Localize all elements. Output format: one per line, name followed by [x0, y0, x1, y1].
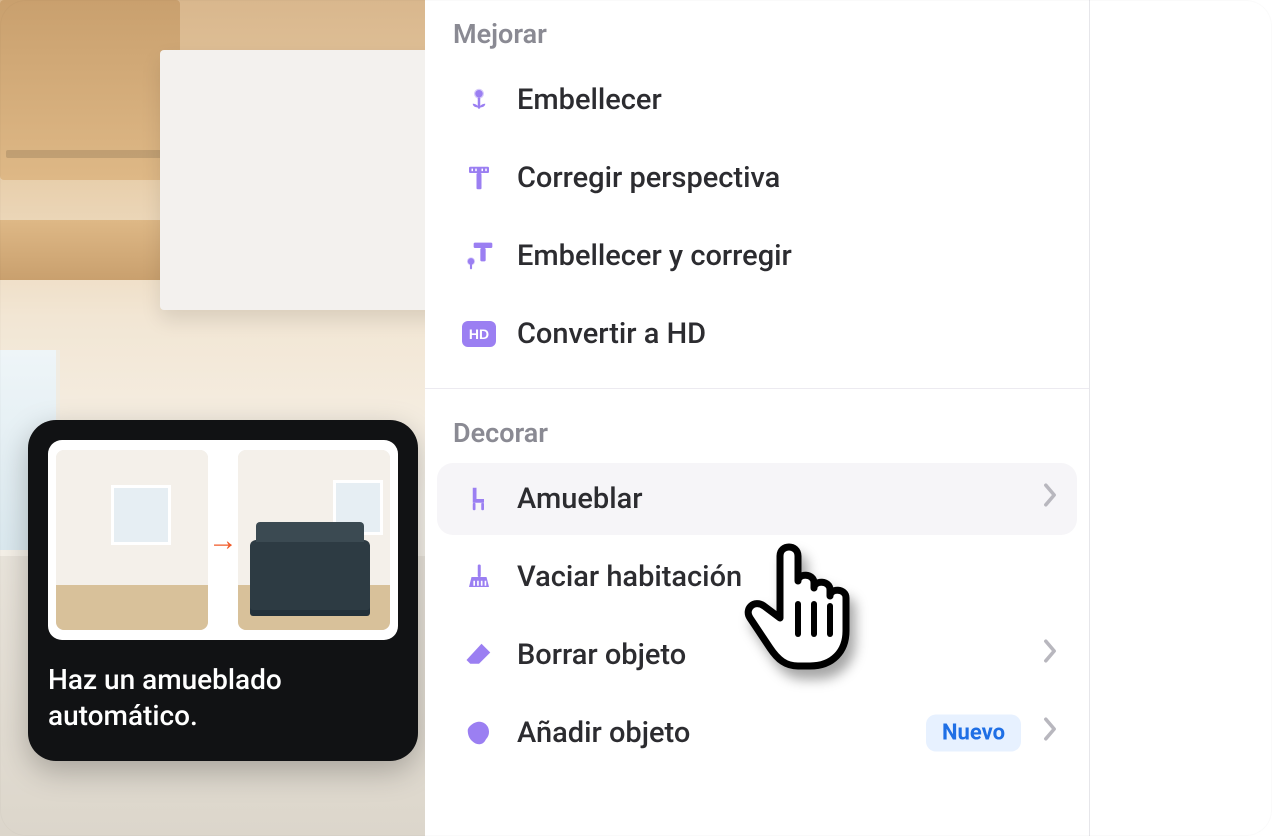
menu-item-embellecer-y-corregir[interactable]: Embellecer y corregir — [437, 220, 1077, 292]
preview-before-image — [56, 450, 208, 630]
section-title-improve: Mejorar — [425, 0, 1089, 58]
menu-item-anadir-objeto[interactable]: Añadir objeto Nuevo — [437, 697, 1077, 769]
chevron-right-icon — [1041, 715, 1059, 751]
menu-item-label: Embellecer y corregir — [517, 239, 792, 273]
svg-text:HD: HD — [469, 326, 489, 342]
right-blank-area — [1090, 0, 1272, 836]
eraser-icon — [459, 635, 499, 675]
app-stage: → Haz un amueblado automático. Mejorar E… — [0, 0, 1272, 836]
menu-item-amueblar[interactable]: Amueblar — [437, 463, 1077, 535]
menu-item-label: Corregir perspectiva — [517, 161, 780, 195]
menu-item-embellecer[interactable]: Embellecer — [437, 64, 1077, 136]
menu-item-label: Añadir objeto — [517, 716, 690, 750]
broom-icon — [459, 557, 499, 597]
actions-panel: Mejorar Embellecer Corregir perspectiva … — [425, 0, 1090, 836]
tooltip-preview: → — [48, 440, 398, 640]
new-badge: Nuevo — [926, 715, 1021, 752]
menu-item-label: Vaciar habitación — [517, 560, 742, 594]
menu-item-vaciar-habitacion[interactable]: Vaciar habitación — [437, 541, 1077, 613]
chair-icon — [459, 479, 499, 519]
section-title-decorate: Decorar — [425, 399, 1089, 457]
menu-item-label: Amueblar — [517, 482, 642, 516]
hd-icon: HD — [459, 314, 499, 354]
divider — [425, 388, 1089, 389]
tooltip-card: → Haz un amueblado automático. — [28, 420, 418, 761]
menu-item-label: Embellecer — [517, 83, 662, 117]
flower-icon — [459, 80, 499, 120]
menu-item-convertir-hd[interactable]: HD Convertir a HD — [437, 298, 1077, 370]
tooltip-text: Haz un amueblado automático. — [48, 662, 398, 735]
flower-ruler-icon — [459, 236, 499, 276]
menu-item-label: Convertir a HD — [517, 317, 706, 351]
blob-icon — [459, 713, 499, 753]
menu-item-corregir-perspectiva[interactable]: Corregir perspectiva — [437, 142, 1077, 214]
menu-item-borrar-objeto[interactable]: Borrar objeto — [437, 619, 1077, 691]
chevron-right-icon — [1041, 637, 1059, 673]
preview-after-image — [238, 450, 390, 630]
arrow-right-icon: → — [208, 523, 238, 558]
menu-item-label: Borrar objeto — [517, 638, 686, 672]
ruler-t-icon — [459, 158, 499, 198]
chevron-right-icon — [1041, 481, 1059, 517]
